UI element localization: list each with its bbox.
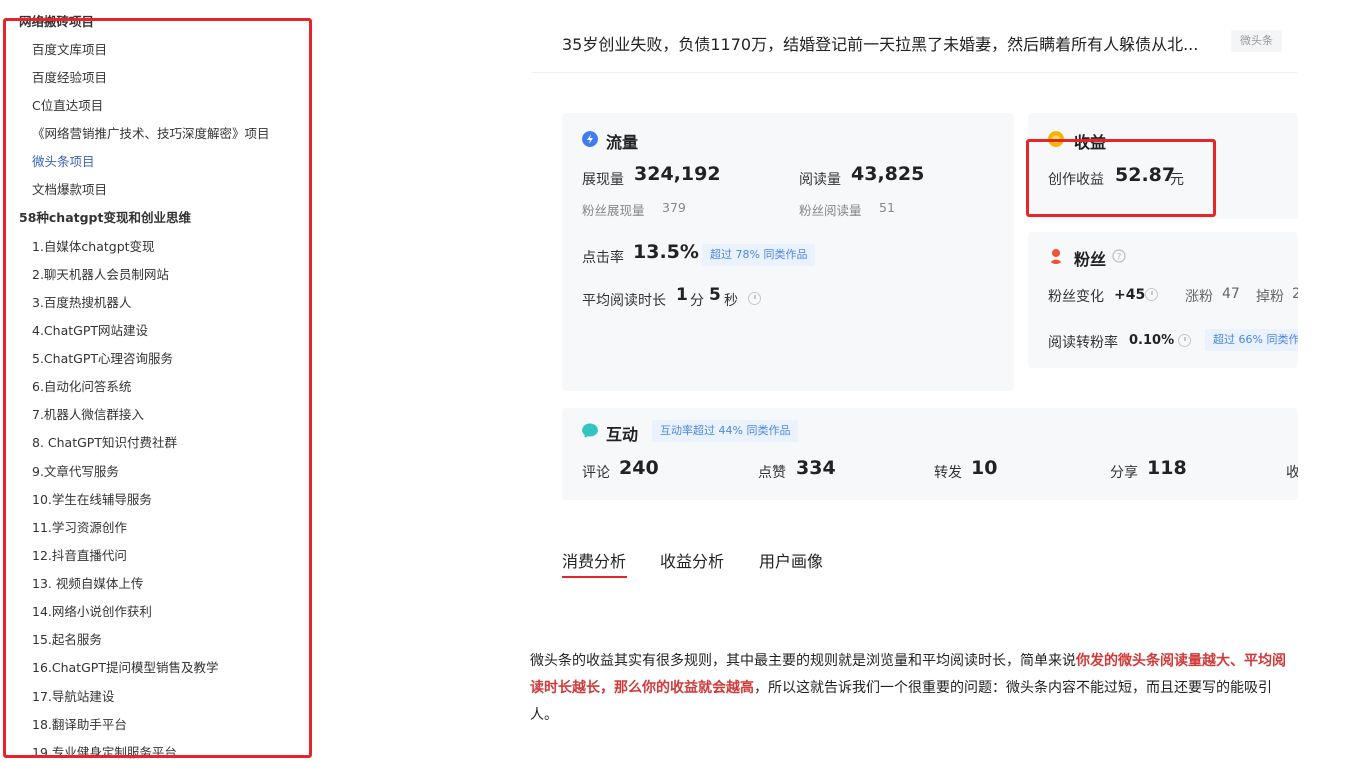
interaction-title: 互动	[606, 425, 639, 444]
minutes-unit: 分	[690, 293, 704, 309]
interaction-card: 互动 互动率超过 44% 同类作品 评论 240 点赞 334 转发 10 分享…	[562, 408, 1298, 500]
avg-read-seconds: 5	[709, 285, 721, 305]
clock-icon[interactable]	[1145, 288, 1158, 301]
ctr-rank-badge: 超过 78% 同类作品	[702, 244, 816, 266]
ctr-label: 点击率	[582, 250, 624, 266]
reposts-label: 转发	[934, 465, 962, 481]
fan-reads-value: 51	[879, 200, 895, 215]
likes-value: 334	[796, 457, 836, 479]
reposts-value: 10	[971, 457, 998, 479]
income-highlight-box	[1026, 139, 1216, 217]
fans-card: 粉丝 ? 粉丝变化 +45 涨粉 47 掉粉 2 阅读转粉率 0.10% 超过 …	[1028, 232, 1298, 368]
svg-text:?: ?	[1117, 253, 1122, 263]
clock-icon[interactable]	[1178, 334, 1191, 347]
seconds-unit: 秒	[724, 293, 738, 309]
tab-user-profile[interactable]: 用户画像	[759, 548, 823, 572]
traffic-title: 流量	[606, 133, 639, 152]
reads-label: 阅读量	[799, 172, 841, 188]
fan-impressions-value: 379	[662, 200, 686, 215]
article-type-tag: 微头条	[1231, 30, 1282, 52]
fan-impressions-label: 粉丝展现量	[582, 203, 645, 218]
lightning-icon	[582, 131, 598, 147]
paragraph-text: 微头条的收益其实有很多规则，其中最主要的规则就是浏览量和平均阅读时长，简单来说	[530, 653, 1076, 669]
fans-lose-value: 2	[1292, 286, 1298, 302]
tab-income-analysis[interactable]: 收益分析	[660, 548, 724, 572]
tab-consumption-analysis[interactable]: 消费分析	[562, 548, 626, 572]
article-title[interactable]: 35岁创业失败，负债1170万，结婚登记前一天拉黑了未婚妻，然后瞒着所有人躲债从…	[562, 31, 1198, 55]
favorites-label: 收藏	[1286, 465, 1298, 481]
comments-label: 评论	[582, 465, 610, 481]
avg-read-minutes: 1	[676, 285, 688, 305]
read-to-fan-rate-label: 阅读转粉率	[1048, 335, 1118, 351]
conversion-rank-badge: 超过 66% 同类作品	[1205, 329, 1298, 351]
clock-icon[interactable]	[748, 292, 761, 305]
comments-value: 240	[619, 457, 659, 479]
fan-reads-label: 粉丝阅读量	[799, 203, 862, 218]
fans-change-label: 粉丝变化	[1048, 289, 1104, 305]
shares-value: 118	[1147, 457, 1187, 479]
shares-label: 分享	[1110, 465, 1138, 481]
person-icon	[1049, 249, 1063, 264]
likes-label: 点赞	[758, 465, 786, 481]
fans-title: 粉丝	[1074, 250, 1107, 269]
impressions-value: 324,192	[634, 163, 721, 185]
article-paragraph: 微头条的收益其实有很多规则，其中最主要的规则就是浏览量和平均阅读时长，简单来说你…	[530, 648, 1292, 729]
fans-gain-label: 涨粉	[1185, 289, 1213, 305]
toc-highlight-box	[3, 18, 312, 758]
traffic-card: 流量 展现量 324,192 阅读量 43,825 粉丝展现量 379 粉丝阅读…	[562, 113, 1014, 391]
interaction-rank-badge: 互动率超过 44% 同类作品	[652, 420, 799, 442]
chat-bubble-icon	[582, 423, 598, 439]
fans-change-value: +45	[1114, 287, 1146, 303]
fans-lose-label: 掉粉	[1256, 289, 1284, 305]
fans-gain-value: 47	[1222, 286, 1240, 302]
read-to-fan-rate-value: 0.10%	[1129, 333, 1175, 348]
ctr-value: 13.5%	[633, 241, 699, 263]
impressions-label: 展现量	[582, 172, 624, 188]
help-icon[interactable]: ?	[1112, 249, 1126, 263]
active-tab-indicator	[562, 576, 627, 578]
header-divider	[532, 72, 1297, 73]
avg-read-time-label: 平均阅读时长	[582, 293, 666, 309]
reads-value: 43,825	[851, 163, 925, 185]
